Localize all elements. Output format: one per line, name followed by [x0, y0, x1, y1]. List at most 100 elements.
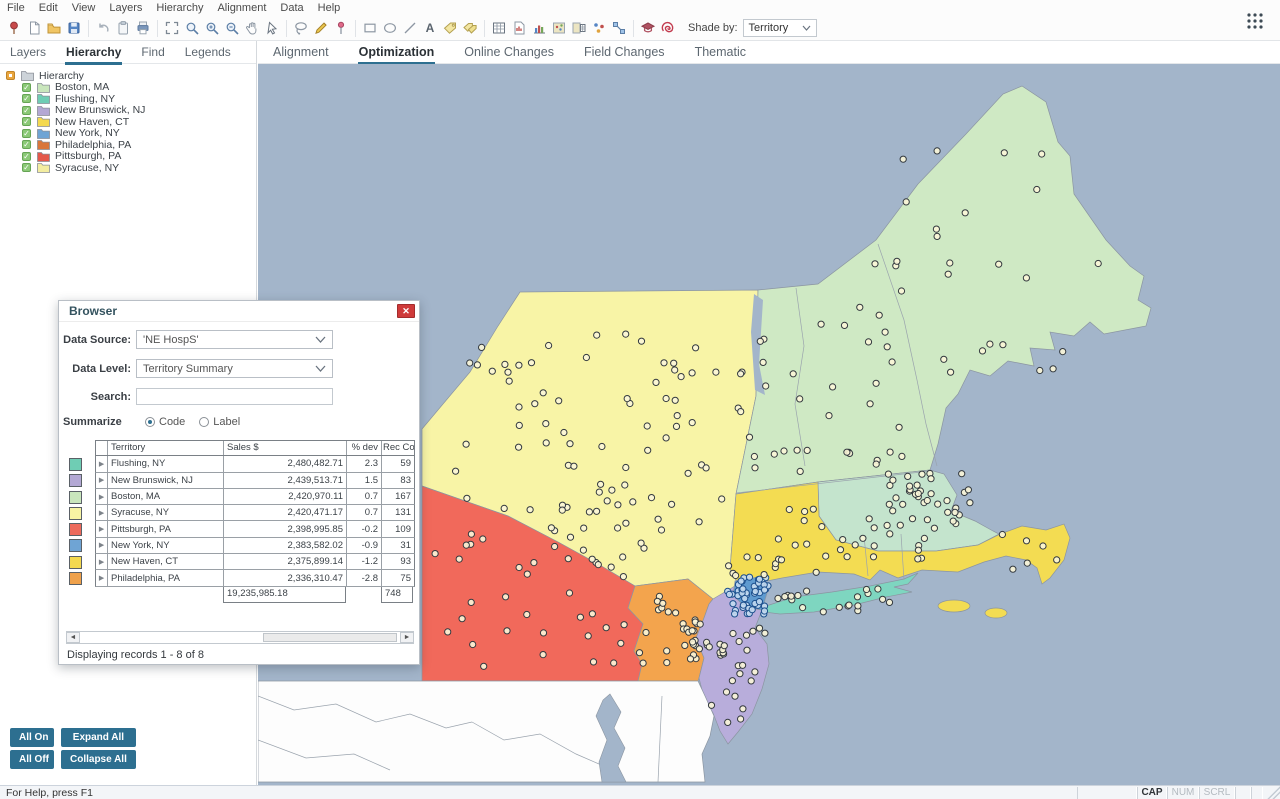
map-points-icon[interactable] — [549, 18, 569, 38]
record-marker[interactable] — [708, 702, 714, 708]
record-marker[interactable] — [886, 501, 892, 507]
grid-table-icon[interactable] — [489, 18, 509, 38]
record-marker[interactable] — [744, 554, 750, 560]
record-marker[interactable] — [1040, 543, 1046, 549]
record-marker[interactable] — [896, 424, 902, 430]
island-marthas-vineyard[interactable] — [938, 600, 970, 612]
record-marker[interactable] — [931, 525, 937, 531]
record-marker[interactable] — [761, 587, 767, 593]
tags-icon[interactable] — [460, 18, 480, 38]
record-marker[interactable] — [653, 379, 659, 385]
apps-grid-icon[interactable] — [1246, 12, 1264, 35]
record-marker[interactable] — [620, 554, 626, 560]
record-marker[interactable] — [950, 518, 956, 524]
record-marker[interactable] — [516, 564, 522, 570]
record-marker[interactable] — [738, 409, 744, 415]
horizontal-scrollbar[interactable]: ◄ ► — [66, 631, 414, 644]
checkbox[interactable]: ✓ — [22, 117, 31, 126]
record-marker[interactable] — [589, 556, 595, 562]
record-marker[interactable] — [909, 516, 915, 522]
record-marker[interactable] — [567, 534, 573, 540]
record-marker[interactable] — [595, 562, 601, 568]
record-marker[interactable] — [742, 595, 748, 601]
record-marker[interactable] — [800, 605, 806, 611]
tree-item-philadelphia-pa[interactable]: ✓ Philadelphia, PA — [6, 139, 256, 151]
tab-alignment[interactable]: Alignment — [272, 43, 330, 61]
record-marker[interactable] — [615, 525, 621, 531]
record-marker[interactable] — [1060, 349, 1066, 355]
table-row[interactable]: ▶ New Brunswick, NJ 2,439,513.71 1.5 83 — [67, 473, 415, 489]
record-marker[interactable] — [480, 536, 486, 542]
scroll-right-icon[interactable]: ► — [400, 632, 414, 643]
record-marker[interactable] — [726, 591, 732, 597]
record-marker[interactable] — [870, 554, 876, 560]
table-row[interactable]: ▶ Philadelphia, PA 2,336,310.47 -2.8 75 — [67, 570, 415, 586]
record-marker[interactable] — [669, 501, 675, 507]
record-marker[interactable] — [445, 629, 451, 635]
record-marker[interactable] — [1023, 538, 1029, 544]
record-marker[interactable] — [589, 611, 595, 617]
record-marker[interactable] — [804, 541, 810, 547]
paste-icon[interactable] — [113, 18, 133, 38]
record-marker[interactable] — [615, 502, 621, 508]
record-marker[interactable] — [685, 470, 691, 476]
record-marker[interactable] — [792, 542, 798, 548]
record-marker[interactable] — [795, 592, 801, 598]
record-marker[interactable] — [761, 608, 767, 614]
tab-field-changes[interactable]: Field Changes — [583, 43, 666, 61]
record-marker[interactable] — [531, 560, 537, 566]
record-marker[interactable] — [819, 524, 825, 530]
scroll-left-icon[interactable]: ◄ — [66, 632, 80, 643]
table-row[interactable]: ▶ New Haven, CT 2,375,899.14 -1.2 93 — [67, 554, 415, 570]
record-marker[interactable] — [552, 543, 558, 549]
record-marker[interactable] — [672, 397, 678, 403]
map-table-icon[interactable] — [569, 18, 589, 38]
record-marker[interactable] — [781, 448, 787, 454]
scrollbar-thumb[interactable] — [263, 633, 397, 642]
record-marker[interactable] — [1050, 366, 1056, 372]
record-marker[interactable] — [719, 496, 725, 502]
record-marker[interactable] — [841, 322, 847, 328]
record-marker[interactable] — [743, 632, 749, 638]
record-marker[interactable] — [726, 563, 732, 569]
record-marker[interactable] — [730, 601, 736, 607]
checkbox[interactable]: ✓ — [22, 83, 31, 92]
record-marker[interactable] — [900, 501, 906, 507]
checkbox[interactable]: ✓ — [22, 129, 31, 138]
record-marker[interactable] — [1024, 560, 1030, 566]
record-marker[interactable] — [855, 603, 861, 609]
record-marker[interactable] — [1054, 557, 1060, 563]
tree-item-new-brunswick-nj[interactable]: ✓ New Brunswick, NJ — [6, 105, 256, 117]
zoom-in-icon[interactable] — [202, 18, 222, 38]
record-marker[interactable] — [725, 719, 731, 725]
record-marker[interactable] — [748, 678, 754, 684]
record-marker[interactable] — [756, 599, 762, 605]
record-marker[interactable] — [609, 487, 615, 493]
record-marker[interactable] — [844, 554, 850, 560]
tag-icon[interactable] — [440, 18, 460, 38]
record-marker[interactable] — [621, 622, 627, 628]
record-marker[interactable] — [532, 401, 538, 407]
record-marker[interactable] — [885, 471, 891, 477]
record-marker[interactable] — [875, 586, 881, 592]
record-marker[interactable] — [915, 490, 921, 496]
record-marker[interactable] — [886, 599, 892, 605]
report-icon[interactable] — [509, 18, 529, 38]
table-row[interactable]: ▶ Pittsburgh, PA 2,398,995.85 -0.2 109 — [67, 521, 415, 537]
record-marker[interactable] — [723, 689, 729, 695]
record-marker[interactable] — [935, 501, 941, 507]
record-marker[interactable] — [618, 640, 624, 646]
record-marker[interactable] — [1010, 566, 1016, 572]
record-marker[interactable] — [585, 633, 591, 639]
all-on-button[interactable]: All On — [10, 728, 54, 747]
record-marker[interactable] — [810, 506, 816, 512]
record-marker[interactable] — [611, 660, 617, 666]
record-marker[interactable] — [733, 572, 739, 578]
record-marker[interactable] — [636, 650, 642, 656]
resize-grip[interactable] — [1267, 786, 1280, 799]
record-marker[interactable] — [540, 652, 546, 658]
record-marker[interactable] — [804, 447, 810, 453]
menu-edit[interactable]: Edit — [32, 2, 65, 14]
record-marker[interactable] — [820, 609, 826, 615]
menu-file[interactable]: File — [0, 2, 32, 14]
